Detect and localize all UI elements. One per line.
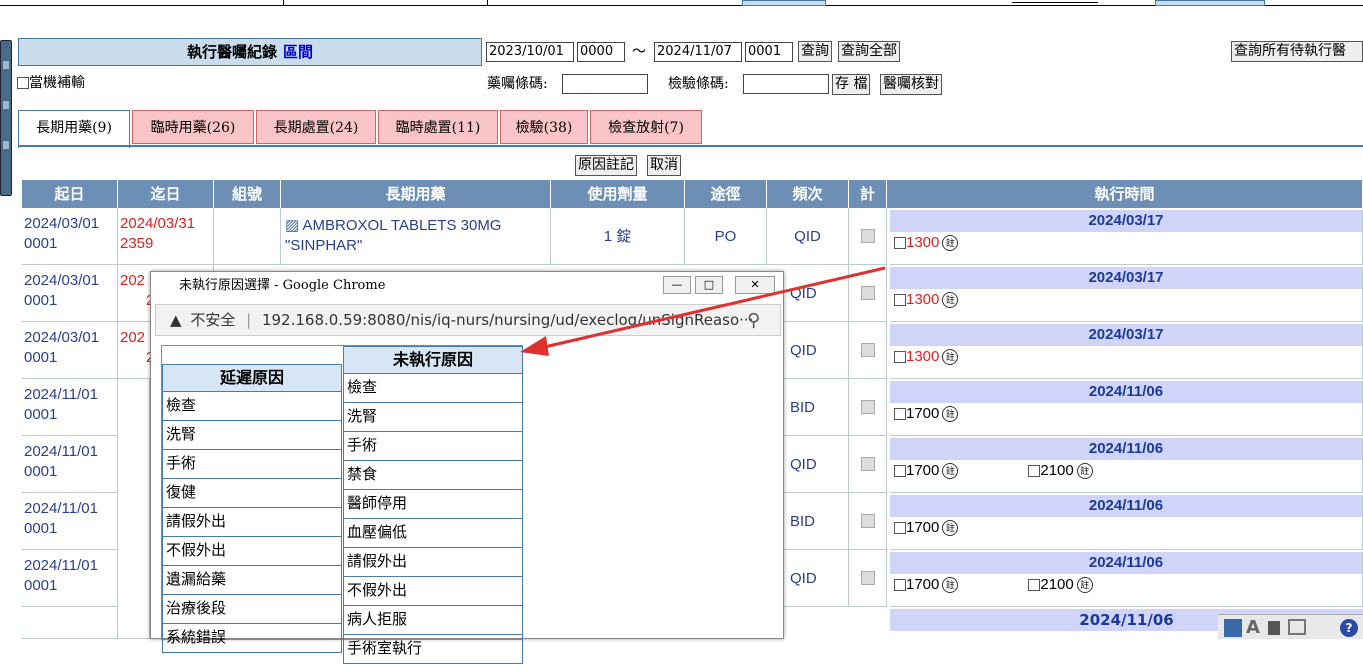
arrow-head xyxy=(520,336,549,356)
list-item[interactable]: 手術室執行 xyxy=(343,635,523,664)
arrow-shaft xyxy=(539,266,886,350)
annotation-arrow xyxy=(520,266,886,356)
